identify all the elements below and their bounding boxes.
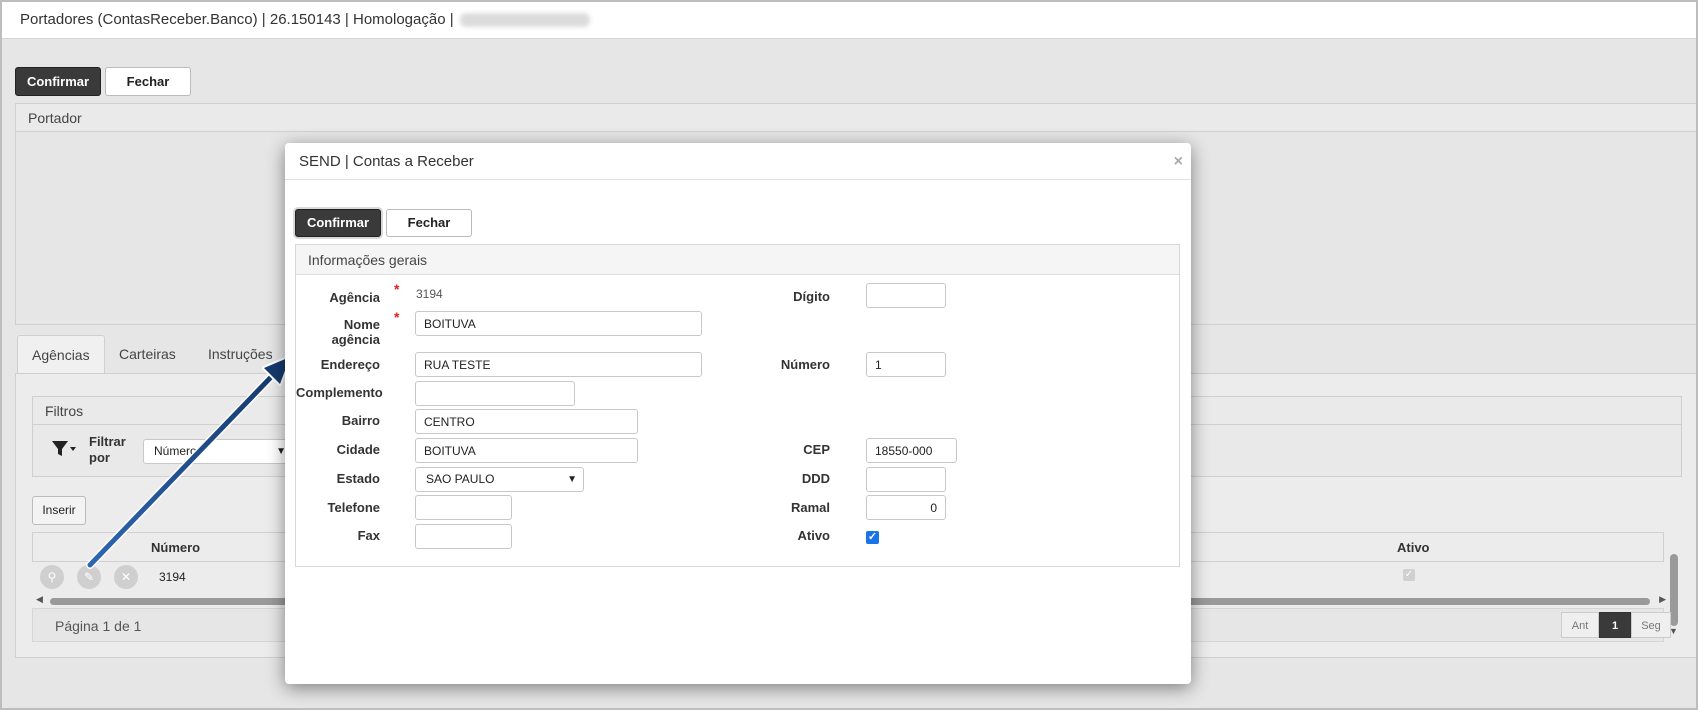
estado-value: SAO PAULO — [426, 472, 495, 486]
telefone-label: Telefone — [327, 500, 381, 515]
modal-close-button[interactable]: Fechar — [386, 209, 472, 237]
ddd-label: DDD — [801, 471, 830, 486]
agencia-label: Agência — [329, 290, 380, 305]
modal-confirm-button[interactable]: Confirmar — [295, 209, 381, 237]
cep-input[interactable] — [866, 438, 957, 463]
ativo-checkbox[interactable]: ✓ — [866, 531, 879, 544]
ramal-label: Ramal — [790, 500, 830, 515]
cidade-label: Cidade — [336, 442, 380, 457]
endereco-input[interactable] — [415, 352, 702, 377]
fax-input[interactable] — [415, 524, 512, 549]
estado-select[interactable]: SAO PAULO ▼ — [415, 467, 584, 492]
app-window: Portadores (ContasReceber.Banco) | 26.15… — [0, 0, 1698, 710]
modal-dialog: SEND | Contas a Receber × Confirmar Fech… — [285, 143, 1191, 684]
nome-agencia-label: Nome agência — [331, 317, 380, 347]
digito-label: Dígito — [793, 289, 830, 304]
fax-label: Fax — [357, 528, 380, 543]
ddd-input[interactable] — [866, 467, 946, 492]
endereco-label: Endereço — [320, 357, 380, 372]
telefone-input[interactable] — [415, 495, 512, 520]
digito-input[interactable] — [866, 283, 946, 308]
ativo-label: Ativo — [797, 528, 831, 543]
estado-label: Estado — [336, 471, 380, 486]
nome-agencia-required-mark: * — [394, 309, 400, 325]
cep-label: CEP — [803, 442, 830, 457]
modal-header-divider — [285, 179, 1191, 180]
nome-agencia-input[interactable] — [415, 311, 702, 336]
agencia-value: 3194 — [416, 287, 443, 301]
complemento-input[interactable] — [415, 381, 575, 406]
complemento-label: Complemento — [296, 385, 383, 400]
numero-label: Número — [780, 357, 830, 372]
modal-close-icon[interactable]: × — [1174, 153, 1183, 171]
ramal-input[interactable] — [866, 495, 946, 520]
general-info-title: Informações gerais — [296, 245, 1179, 275]
bairro-label: Bairro — [341, 413, 380, 428]
chevron-down-icon: ▼ — [567, 474, 577, 485]
agencia-required-mark: * — [394, 281, 400, 297]
numero-input[interactable] — [866, 352, 946, 377]
bairro-input[interactable] — [415, 409, 638, 434]
modal-title: SEND | Contas a Receber — [299, 153, 474, 170]
cidade-input[interactable] — [415, 438, 638, 463]
general-info-panel: Informações gerais Agência * 3194 Nome a… — [295, 244, 1180, 567]
